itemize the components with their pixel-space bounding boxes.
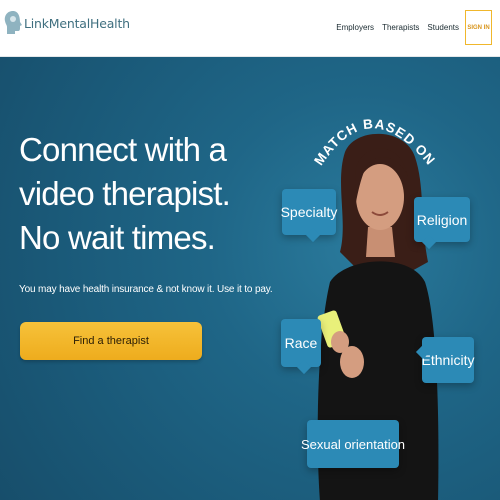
tag-sexual-orientation-label: Sexual orientation bbox=[300, 436, 406, 452]
tag-specialty-label: Specialty bbox=[280, 204, 338, 220]
match-based-on-label: MATCH BASED ON bbox=[311, 116, 437, 168]
hero-title: Connect with a video therapist. No wait … bbox=[19, 131, 231, 256]
logo[interactable]: LinkMentalHealth bbox=[3, 10, 130, 36]
tag-sexual-orientation: Sexual orientation bbox=[301, 420, 405, 468]
tag-religion-label: Religion bbox=[416, 211, 468, 228]
svg-text:MATCH BASED ON: MATCH BASED ON bbox=[311, 116, 438, 168]
tag-ethnicity-label: Ethnicity bbox=[421, 352, 475, 368]
sign-in-button[interactable]: SIGN IN bbox=[465, 10, 492, 45]
top-header: LinkMentalHealth Employers Therapists St… bbox=[0, 0, 500, 57]
nav-therapists[interactable]: Therapists bbox=[382, 23, 419, 32]
nav-employers[interactable]: Employers bbox=[336, 23, 374, 32]
tag-religion: Religion bbox=[414, 197, 470, 250]
logo-text: LinkMentalHealth bbox=[24, 15, 130, 31]
top-nav: Employers Therapists Students SIGN IN bbox=[336, 10, 492, 45]
tag-specialty: Specialty bbox=[280, 189, 338, 243]
hero-subtitle: You may have health insurance & not know… bbox=[19, 284, 273, 295]
tag-ethnicity: Ethnicity bbox=[415, 337, 475, 383]
nav-students[interactable]: Students bbox=[427, 23, 459, 32]
head-logo-icon bbox=[4, 11, 22, 34]
hero-section: Connect with a video therapist. No wait … bbox=[0, 57, 500, 500]
match-based-on-arc: MATCH BASED ON bbox=[311, 116, 438, 168]
tag-race-label: Race bbox=[284, 335, 318, 351]
find-therapist-button[interactable]: Find a therapist bbox=[20, 322, 202, 360]
tag-race: Race bbox=[281, 319, 321, 375]
